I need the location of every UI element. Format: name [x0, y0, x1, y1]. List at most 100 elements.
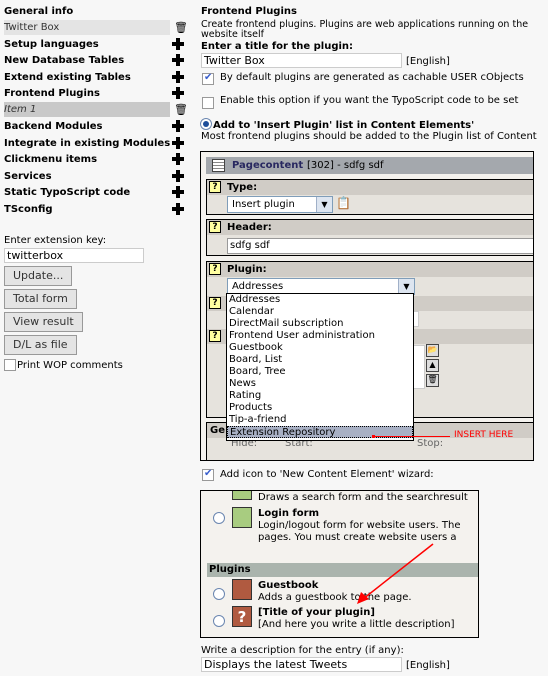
- dropdown-option[interactable]: Frontend User administration: [227, 330, 413, 342]
- language-label: [English]: [406, 56, 450, 67]
- plus-icon[interactable]: [172, 137, 184, 149]
- ext-key-input[interactable]: twitterbox: [4, 248, 144, 263]
- sidebar-item[interactable]: New Database Tables: [4, 53, 184, 68]
- edit-wizard-icon[interactable]: 📋: [336, 196, 351, 210]
- chevron-down-icon: ▼: [398, 279, 414, 294]
- view-result-button[interactable]: View result: [4, 312, 83, 332]
- sidebar-item-label: Frontend Plugins: [4, 88, 100, 99]
- dropdown-option[interactable]: DirectMail subscription: [227, 318, 413, 330]
- title-label: Enter a title for the plugin:: [201, 41, 354, 52]
- insert-here-annotation: INSERT HERE: [454, 430, 514, 440]
- sidebar-item[interactable]: Frontend Plugins: [4, 86, 184, 101]
- entry-description-label: Write a description for the entry (if an…: [201, 645, 404, 656]
- plus-icon[interactable]: [172, 186, 184, 198]
- page-description: Create frontend plugins. Plugins are web…: [201, 19, 529, 40]
- record-header: Pagecontent [302] - sdfg sdf: [206, 157, 533, 174]
- wizard-label: Add icon to 'New Content Element' wizard…: [220, 469, 434, 480]
- help-icon[interactable]: ?: [209, 297, 221, 309]
- trash-icon[interactable]: 🗑: [426, 374, 439, 387]
- plus-icon[interactable]: [172, 120, 184, 132]
- sidebar-item[interactable]: Backend Modules: [4, 119, 184, 134]
- wizard-checkbox[interactable]: [202, 468, 214, 481]
- sidebar-item-label: Setup languages: [4, 39, 99, 50]
- update-button[interactable]: Update...: [4, 266, 73, 286]
- sidebar-item-label: Clickmenu items: [4, 154, 98, 165]
- plugin-dropdown-list[interactable]: Addresses Calendar DirectMail subscription…: [226, 293, 414, 441]
- dropdown-option[interactable]: News: [227, 378, 413, 390]
- dropdown-option[interactable]: Tip-a-friend: [227, 414, 413, 426]
- help-icon[interactable]: ?: [209, 221, 221, 233]
- plus-icon[interactable]: [172, 203, 184, 215]
- plugin-title-input[interactable]: Twitter Box: [201, 53, 402, 68]
- annotation-dot: [372, 435, 375, 438]
- trash-icon[interactable]: 🗑: [174, 102, 188, 117]
- cached-checkbox[interactable]: [202, 72, 214, 85]
- sidebar-item[interactable]: Integrate in existing Modules: [4, 136, 184, 151]
- sidebar-item-label: New Database Tables: [4, 55, 125, 66]
- print-wop-checkbox[interactable]: [4, 359, 16, 371]
- record-title: [302] - sdfg sdf: [307, 160, 384, 171]
- sidebar-item[interactable]: Clickmenu items: [4, 152, 184, 167]
- type-select[interactable]: Insert plugin ▼: [227, 196, 333, 213]
- sidebar-item-label: Integrate in existing Modules: [4, 138, 171, 149]
- content-element-preview: Pagecontent [302] - sdfg sdf ? Type: Inse…: [200, 151, 534, 461]
- sidebar-item-label: Twitter Box: [4, 22, 60, 33]
- plus-icon[interactable]: [172, 38, 184, 50]
- dropdown-option[interactable]: Calendar: [227, 306, 413, 318]
- chevron-down-icon: ▼: [316, 197, 332, 212]
- sidebar-item-label: Static TypoScript code: [4, 187, 131, 198]
- help-icon[interactable]: ?: [209, 181, 221, 193]
- annotation-line: [373, 436, 450, 437]
- record-table: Pagecontent: [232, 160, 304, 171]
- table-icon: [212, 159, 225, 172]
- help-icon[interactable]: ?: [209, 330, 221, 342]
- plus-icon[interactable]: [172, 153, 184, 165]
- typoscript-label: Enable this option if you want the TypoS…: [220, 95, 519, 106]
- sidebar-item[interactable]: Extend existing Tables: [4, 70, 184, 85]
- annotation-arrow: [357, 543, 434, 604]
- dropdown-option[interactable]: Board, Tree: [227, 366, 413, 378]
- sidebar-item[interactable]: General info: [4, 4, 182, 19]
- insert-plugin-radio[interactable]: [200, 118, 212, 130]
- sidebar-item[interactable]: Services: [4, 169, 184, 184]
- plus-icon[interactable]: [172, 54, 184, 66]
- move-up-icon[interactable]: ▲: [426, 359, 439, 372]
- entry-description-input[interactable]: Displays the latest Tweets: [201, 657, 402, 672]
- insert-plugin-description: Most frontend plugins should be added to…: [201, 131, 537, 142]
- header-label: Header:: [227, 222, 272, 233]
- sidebar-item[interactable]: Twitter Box 🗑: [4, 20, 188, 35]
- page-title: Frontend Plugins: [201, 6, 297, 17]
- type-label: Type:: [227, 182, 258, 193]
- sidebar-item-label: Item 1: [4, 104, 37, 115]
- folder-icon[interactable]: 📂: [426, 344, 439, 357]
- dropdown-option[interactable]: Products: [227, 402, 413, 414]
- type-section: ? Type: Insert plugin ▼ 📋: [206, 179, 533, 215]
- general-label: Ge: [210, 425, 225, 436]
- sidebar-item[interactable]: Item 1 🗑: [4, 102, 188, 117]
- help-icon[interactable]: ?: [209, 263, 221, 275]
- header-input[interactable]: sdfg sdf: [227, 238, 533, 254]
- print-wop-label: Print WOP comments: [17, 360, 123, 371]
- trash-icon[interactable]: 🗑: [174, 20, 188, 35]
- ext-key-label: Enter extension key:: [4, 235, 107, 246]
- plus-icon[interactable]: [172, 170, 184, 182]
- insert-plugin-label: Add to 'Insert Plugin' list in Content E…: [213, 120, 475, 131]
- sidebar-item-label: Backend Modules: [4, 121, 103, 132]
- download-file-button[interactable]: D/L as file: [4, 335, 77, 355]
- sidebar-item[interactable]: TSconfig: [4, 202, 184, 217]
- sidebar-item[interactable]: Setup languages: [4, 37, 184, 52]
- dropdown-option[interactable]: Board, List: [227, 354, 413, 366]
- dropdown-option[interactable]: Guestbook: [227, 342, 413, 354]
- sidebar-item-label: Extend existing Tables: [4, 72, 131, 83]
- plus-icon[interactable]: [172, 87, 184, 99]
- sidebar-item[interactable]: Static TypoScript code: [4, 185, 184, 200]
- wizard-preview: Draws a search form and the searchresult…: [200, 490, 479, 638]
- header-section: ? Header: sdfg sdf: [206, 219, 533, 256]
- typoscript-checkbox[interactable]: [202, 97, 214, 109]
- dropdown-option[interactable]: Addresses: [227, 294, 413, 306]
- plus-icon[interactable]: [172, 71, 184, 83]
- plugin-label: Plugin:: [227, 264, 267, 275]
- sidebar-item-label: General info: [4, 6, 74, 17]
- dropdown-option[interactable]: Rating: [227, 390, 413, 402]
- total-form-button[interactable]: Total form: [4, 289, 77, 309]
